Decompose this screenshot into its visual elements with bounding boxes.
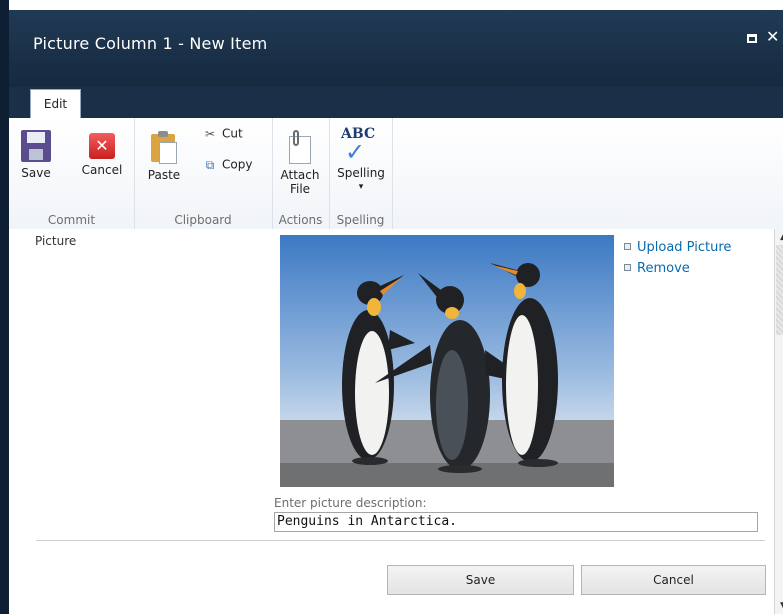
ribbon-group-clipboard: Paste ✂ Cut ⧉ Copy Clipboard	[134, 118, 273, 229]
scroll-up-icon[interactable]: ▲	[775, 229, 783, 245]
maximize-icon[interactable]	[747, 34, 757, 43]
ribbon-copy-button[interactable]: ⧉ Copy	[202, 157, 253, 173]
window-top-margin	[0, 0, 783, 10]
ribbon-paste-label: Paste	[147, 168, 181, 182]
ribbon-copy-label: Copy	[222, 157, 253, 172]
close-icon[interactable]: ✕	[766, 27, 779, 46]
group-label-spelling: Spelling	[336, 213, 385, 227]
scroll-thumb[interactable]	[776, 245, 783, 335]
scroll-down-icon[interactable]: ▼	[775, 598, 783, 614]
group-label-clipboard: Clipboard	[174, 213, 232, 227]
window-left-border	[0, 0, 9, 614]
bullet-icon	[624, 264, 631, 271]
save-button[interactable]: Save	[387, 565, 574, 595]
upload-picture-link[interactable]: Upload Picture	[624, 240, 731, 255]
cancel-icon: ✕	[89, 133, 115, 159]
ribbon-group-spelling: ABC ✓ Spelling ▾ Spelling	[329, 118, 393, 229]
remove-picture-label: Remove	[637, 261, 690, 276]
ribbon: Save ✕ Cancel Commit Paste ✂ Cut ⧉ Copy Cl…	[9, 118, 783, 230]
ribbon-spelling-label: Spelling	[337, 166, 385, 180]
ribbon-group-actions: Attach File Actions	[272, 118, 330, 229]
ribbon-attach-file-button[interactable]: Attach File	[276, 130, 324, 196]
attach-file-icon	[285, 130, 315, 164]
ribbon-tabstrip	[9, 87, 783, 118]
remove-picture-link[interactable]: Remove	[624, 261, 690, 276]
group-label-actions: Actions	[278, 213, 323, 227]
upload-picture-label: Upload Picture	[637, 240, 732, 255]
ribbon-cut-label: Cut	[222, 126, 243, 141]
group-label-commit: Commit	[47, 213, 96, 227]
cancel-button[interactable]: Cancel	[581, 565, 766, 595]
spellcheck-icon: ABC ✓	[341, 126, 376, 166]
picture-preview	[280, 235, 614, 487]
scissors-icon: ✂	[204, 127, 216, 141]
description-label: Enter picture description:	[274, 496, 427, 510]
paste-icon	[149, 130, 179, 164]
save-icon	[21, 130, 51, 162]
picture-description-input[interactable]: Penguins in Antarctica.	[274, 512, 758, 532]
ribbon-attach-label-line2: File	[289, 182, 311, 196]
bullet-icon	[624, 243, 631, 250]
vertical-scrollbar[interactable]: ▲ ▼	[774, 229, 783, 614]
ribbon-cut-button[interactable]: ✂ Cut	[202, 126, 243, 142]
ribbon-cancel-button[interactable]: ✕ Cancel	[74, 130, 130, 177]
dialog-titlebar: Picture Column 1 - New Item ✕	[9, 10, 783, 87]
form-content: Picture Upload Picture Remove Enter pict…	[9, 229, 783, 614]
dialog-title: Picture Column 1 - New Item	[33, 34, 268, 53]
ribbon-spelling-button[interactable]: ABC ✓ Spelling ▾	[333, 126, 389, 194]
chevron-down-icon[interactable]: ▾	[333, 180, 389, 194]
field-label-picture: Picture	[35, 234, 77, 248]
ribbon-cancel-label: Cancel	[81, 163, 123, 177]
ribbon-save-button[interactable]: Save	[18, 130, 54, 180]
ribbon-paste-button[interactable]: Paste	[144, 130, 184, 182]
ribbon-save-label: Save	[21, 166, 51, 180]
tab-edit[interactable]: Edit	[30, 89, 81, 118]
ribbon-attach-label-line1: Attach	[280, 168, 320, 182]
form-divider	[36, 540, 765, 541]
copy-icon: ⧉	[205, 158, 215, 172]
ribbon-group-commit: Save ✕ Cancel Commit	[9, 118, 135, 229]
